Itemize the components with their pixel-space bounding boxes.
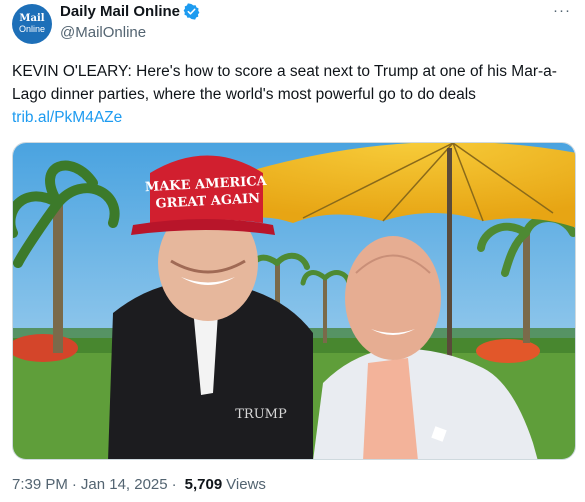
tweet-meta: 7:39 PM · Jan 14, 2025 · 5,709 Views	[12, 476, 266, 493]
flower-bed	[476, 339, 540, 363]
tweet-link[interactable]: trib.al/PkM4AZe	[12, 109, 122, 126]
jacket-logo: TRUMP	[235, 407, 287, 422]
author-name-row: Daily Mail Online	[60, 3, 200, 20]
tweet-text: KEVIN O'LEARY: Here's how to score a sea…	[12, 60, 572, 129]
tweet-date[interactable]: Jan 14, 2025	[81, 476, 168, 493]
tweet-body: KEVIN O'LEARY: Here's how to score a sea…	[12, 63, 557, 103]
handle[interactable]: @MailOnline	[60, 24, 146, 41]
more-options-icon[interactable]: ···	[553, 2, 571, 19]
avatar-text-mail: Mail	[19, 13, 45, 24]
avatar-text-online: Online	[18, 24, 45, 34]
tweet-time[interactable]: 7:39 PM	[12, 476, 68, 493]
tweet-photo[interactable]: MAKE AMERICA GREAT AGAIN TRUMP	[12, 142, 576, 460]
views-count: 5,709	[184, 476, 223, 493]
separator-dot: ·	[171, 476, 177, 493]
verified-badge-icon	[183, 3, 200, 20]
tweet-card[interactable]: Mail Online Daily Mail Online @MailOnlin…	[0, 0, 585, 502]
separator-dot: ·	[71, 476, 77, 493]
views-label: Views	[226, 476, 266, 493]
avatar[interactable]: Mail Online	[12, 4, 52, 44]
display-name[interactable]: Daily Mail Online	[60, 3, 180, 20]
photo-illustration: MAKE AMERICA GREAT AGAIN TRUMP	[13, 143, 575, 459]
